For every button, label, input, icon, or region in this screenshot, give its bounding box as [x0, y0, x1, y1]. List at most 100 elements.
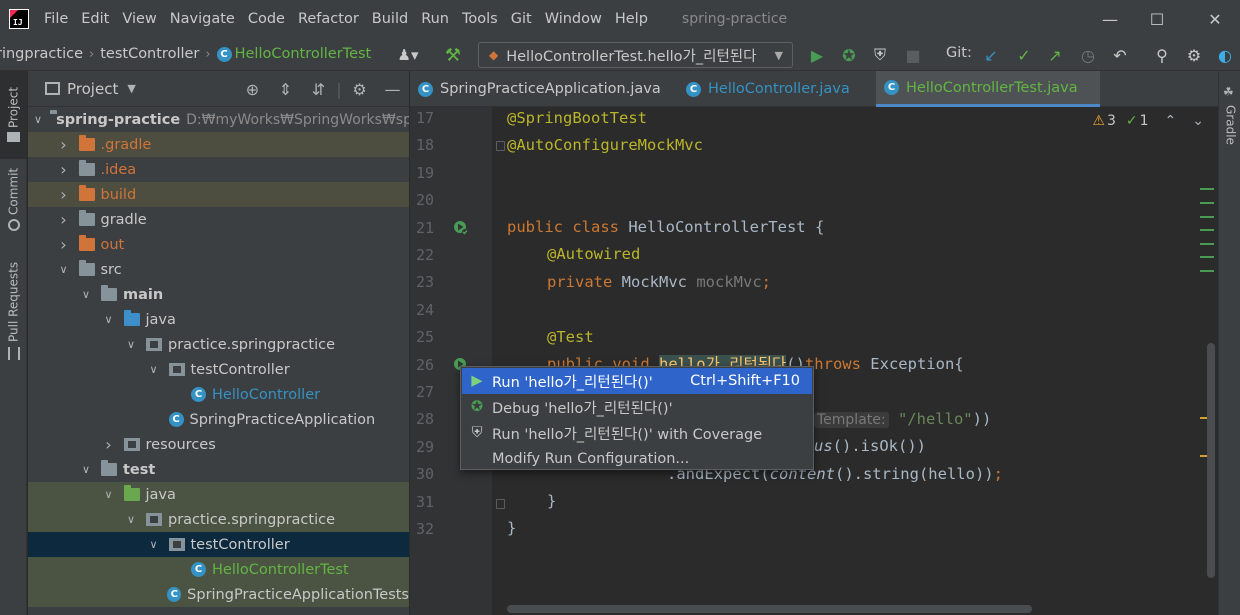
maximize-icon[interactable]: ☐ — [1134, 0, 1180, 38]
history-icon[interactable]: ◷ — [1077, 44, 1099, 66]
tree-item[interactable]: › resources — [28, 432, 409, 457]
tab-hello-controller[interactable]: C HelloController.java — [686, 71, 876, 107]
chevron-down-icon[interactable]: ∨ — [102, 313, 116, 326]
popup-modify-run-configuration[interactable]: Modify Run Configuration... — [462, 446, 812, 472]
settings-icon[interactable]: ⚙ — [1183, 44, 1205, 66]
popup-run-test[interactable]: ▶ Run 'hello가_리턴된다()' Ctrl+Shift+F10 — [462, 368, 812, 394]
previous-highlight-icon[interactable]: ⌃ — [1165, 113, 1177, 129]
close-icon[interactable]: ✕ — [1192, 0, 1238, 38]
stripe-mark[interactable] — [1200, 256, 1214, 258]
editor-horizontal-scrollbar[interactable] — [507, 605, 1032, 613]
fold-marker-icon[interactable] — [496, 141, 505, 151]
editor-vertical-scrollbar[interactable] — [1207, 343, 1215, 578]
menu-edit[interactable]: Edit — [81, 11, 109, 27]
tree-item[interactable]: › out — [28, 232, 409, 257]
tree-item[interactable]: ∨ java — [28, 307, 409, 332]
chevron-down-icon[interactable]: ∨ — [57, 263, 71, 276]
chevron-right-icon[interactable]: › — [57, 210, 71, 229]
popup-debug-test[interactable]: ✪ Debug 'hello가_리턴된다()' — [462, 394, 812, 420]
search-icon[interactable]: ⚲ — [1151, 44, 1173, 66]
minimize-icon[interactable]: — — [1087, 0, 1133, 38]
locate-file-icon[interactable]: ⊕ — [236, 80, 269, 99]
tool-tab-project[interactable]: Project — [2, 81, 25, 133]
tree-item[interactable]: C HelloControllerTest — [28, 557, 409, 582]
tree-item[interactable]: C HelloController — [28, 382, 409, 407]
stripe-mark[interactable] — [1200, 216, 1214, 218]
chevron-right-icon[interactable]: › — [57, 235, 71, 254]
stripe-mark[interactable] — [1200, 243, 1214, 245]
menu-window[interactable]: Window — [545, 11, 602, 27]
stripe-mark[interactable] — [1200, 229, 1214, 231]
breadcrumb-project[interactable]: ringpractice — [0, 46, 83, 62]
hide-panel-icon[interactable]: — — [376, 80, 409, 99]
coverage-icon[interactable]: ⛨ — [869, 44, 891, 66]
intellij-logo-icon[interactable]: IJ — [9, 9, 29, 29]
vcs-user-icon[interactable]: ♟▾ — [392, 44, 424, 66]
breadcrumb-package[interactable]: testController — [100, 46, 199, 62]
tree-item[interactable]: ∨ testController — [28, 532, 409, 557]
chevron-right-icon[interactable]: › — [102, 435, 116, 454]
code-with-me-icon[interactable]: ◐ — [1214, 44, 1236, 66]
tree-item[interactable]: ∨ src — [28, 257, 409, 282]
menu-git[interactable]: Git — [511, 11, 532, 27]
run-configuration-select[interactable]: ◆ HelloControllerTest.hello가_리턴된다 ▼ — [478, 42, 793, 68]
collapse-all-icon[interactable]: ⇵ — [302, 80, 335, 99]
expand-all-icon[interactable]: ⇕ — [269, 80, 302, 99]
tool-tab-gradle[interactable]: Gradle — [1219, 101, 1240, 149]
tree-item[interactable]: C SpringPracticeApplicationTests — [28, 582, 409, 607]
tree-item[interactable]: ∨ testController — [28, 357, 409, 382]
chevron-down-icon[interactable]: ∨ — [147, 538, 161, 551]
tree-item[interactable]: ∨ main — [28, 282, 409, 307]
chevron-down-icon[interactable]: ∨ — [79, 463, 93, 476]
code-editor[interactable]: 17 18 19 20 21 22 23 24 25 26 27 28 29 30 31 32 @Spring… — [410, 107, 1218, 615]
menu-refactor[interactable]: Refactor — [298, 11, 359, 27]
run-icon[interactable]: ▶ — [806, 44, 828, 66]
chevron-down-icon[interactable]: ∨ — [147, 363, 161, 376]
stripe-mark[interactable] — [1200, 202, 1214, 204]
run-test-class-icon[interactable] — [452, 219, 470, 237]
debug-icon[interactable]: ✪ — [838, 44, 860, 66]
tree-item[interactable]: ∨ practice.springpractice — [28, 507, 409, 532]
rollback-icon[interactable]: ↶ — [1109, 44, 1131, 66]
chevron-down-icon[interactable]: ∨ — [34, 113, 42, 126]
menu-navigate[interactable]: Navigate — [170, 11, 235, 27]
tool-tab-pull-requests[interactable]: Pull Requests — [2, 259, 25, 345]
menu-help[interactable]: Help — [615, 11, 648, 27]
tree-item[interactable]: ∨ practice.springpractice — [28, 332, 409, 357]
tab-spring-practice-application[interactable]: C SpringPracticeApplication.java — [418, 71, 676, 107]
menu-tools[interactable]: Tools — [462, 11, 498, 27]
fold-marker-icon[interactable] — [496, 499, 505, 509]
menu-view[interactable]: View — [122, 11, 156, 27]
gear-icon[interactable]: ⚙ — [343, 80, 376, 99]
tree-item[interactable]: › gradle — [28, 207, 409, 232]
chevron-right-icon[interactable]: › — [57, 135, 71, 154]
stop-icon[interactable]: ■ — [902, 44, 924, 66]
tree-item[interactable]: C SpringPracticeApplication — [28, 407, 409, 432]
tree-item[interactable]: ∨ test — [28, 457, 409, 482]
chevron-down-icon[interactable]: ▼ — [127, 82, 135, 95]
tree-item[interactable]: ∨ java — [28, 482, 409, 507]
menu-build[interactable]: Build — [372, 11, 408, 27]
chevron-down-icon[interactable]: ∨ — [102, 488, 116, 501]
tab-hello-controller-test[interactable]: C HelloControllerTest.java — [876, 71, 1100, 107]
menu-code[interactable]: Code — [248, 11, 285, 27]
tree-item[interactable]: › .idea — [28, 157, 409, 182]
menu-file[interactable]: File — [44, 11, 68, 27]
tool-tab-commit[interactable]: Commit — [2, 167, 25, 215]
tree-item[interactable]: ∨ spring-practice D:₩myWorks₩SpringWorks₩s… — [28, 107, 409, 132]
chevron-down-icon[interactable]: ∨ — [124, 513, 138, 526]
tree-item[interactable]: › .gradle — [28, 132, 409, 157]
chevron-down-icon[interactable]: ∨ — [79, 288, 93, 301]
tree-item[interactable]: › build — [28, 182, 409, 207]
git-push-icon[interactable]: ↗ — [1044, 44, 1066, 66]
popup-run-with-coverage[interactable]: ⛨ Run 'hello가_리턴된다()' with Coverage — [462, 420, 812, 446]
next-highlight-icon[interactable]: ⌄ — [1192, 113, 1204, 129]
menu-run[interactable]: Run — [421, 11, 449, 27]
chevron-down-icon[interactable]: ∨ — [124, 338, 138, 351]
project-panel-title[interactable]: Project — [67, 80, 118, 98]
stripe-mark[interactable] — [1200, 270, 1214, 272]
git-update-icon[interactable]: ↙ — [980, 44, 1002, 66]
chevron-right-icon[interactable]: › — [57, 185, 71, 204]
build-hammer-icon[interactable]: ⚒ — [442, 44, 464, 66]
git-commit-icon[interactable]: ✓ — [1013, 44, 1035, 66]
